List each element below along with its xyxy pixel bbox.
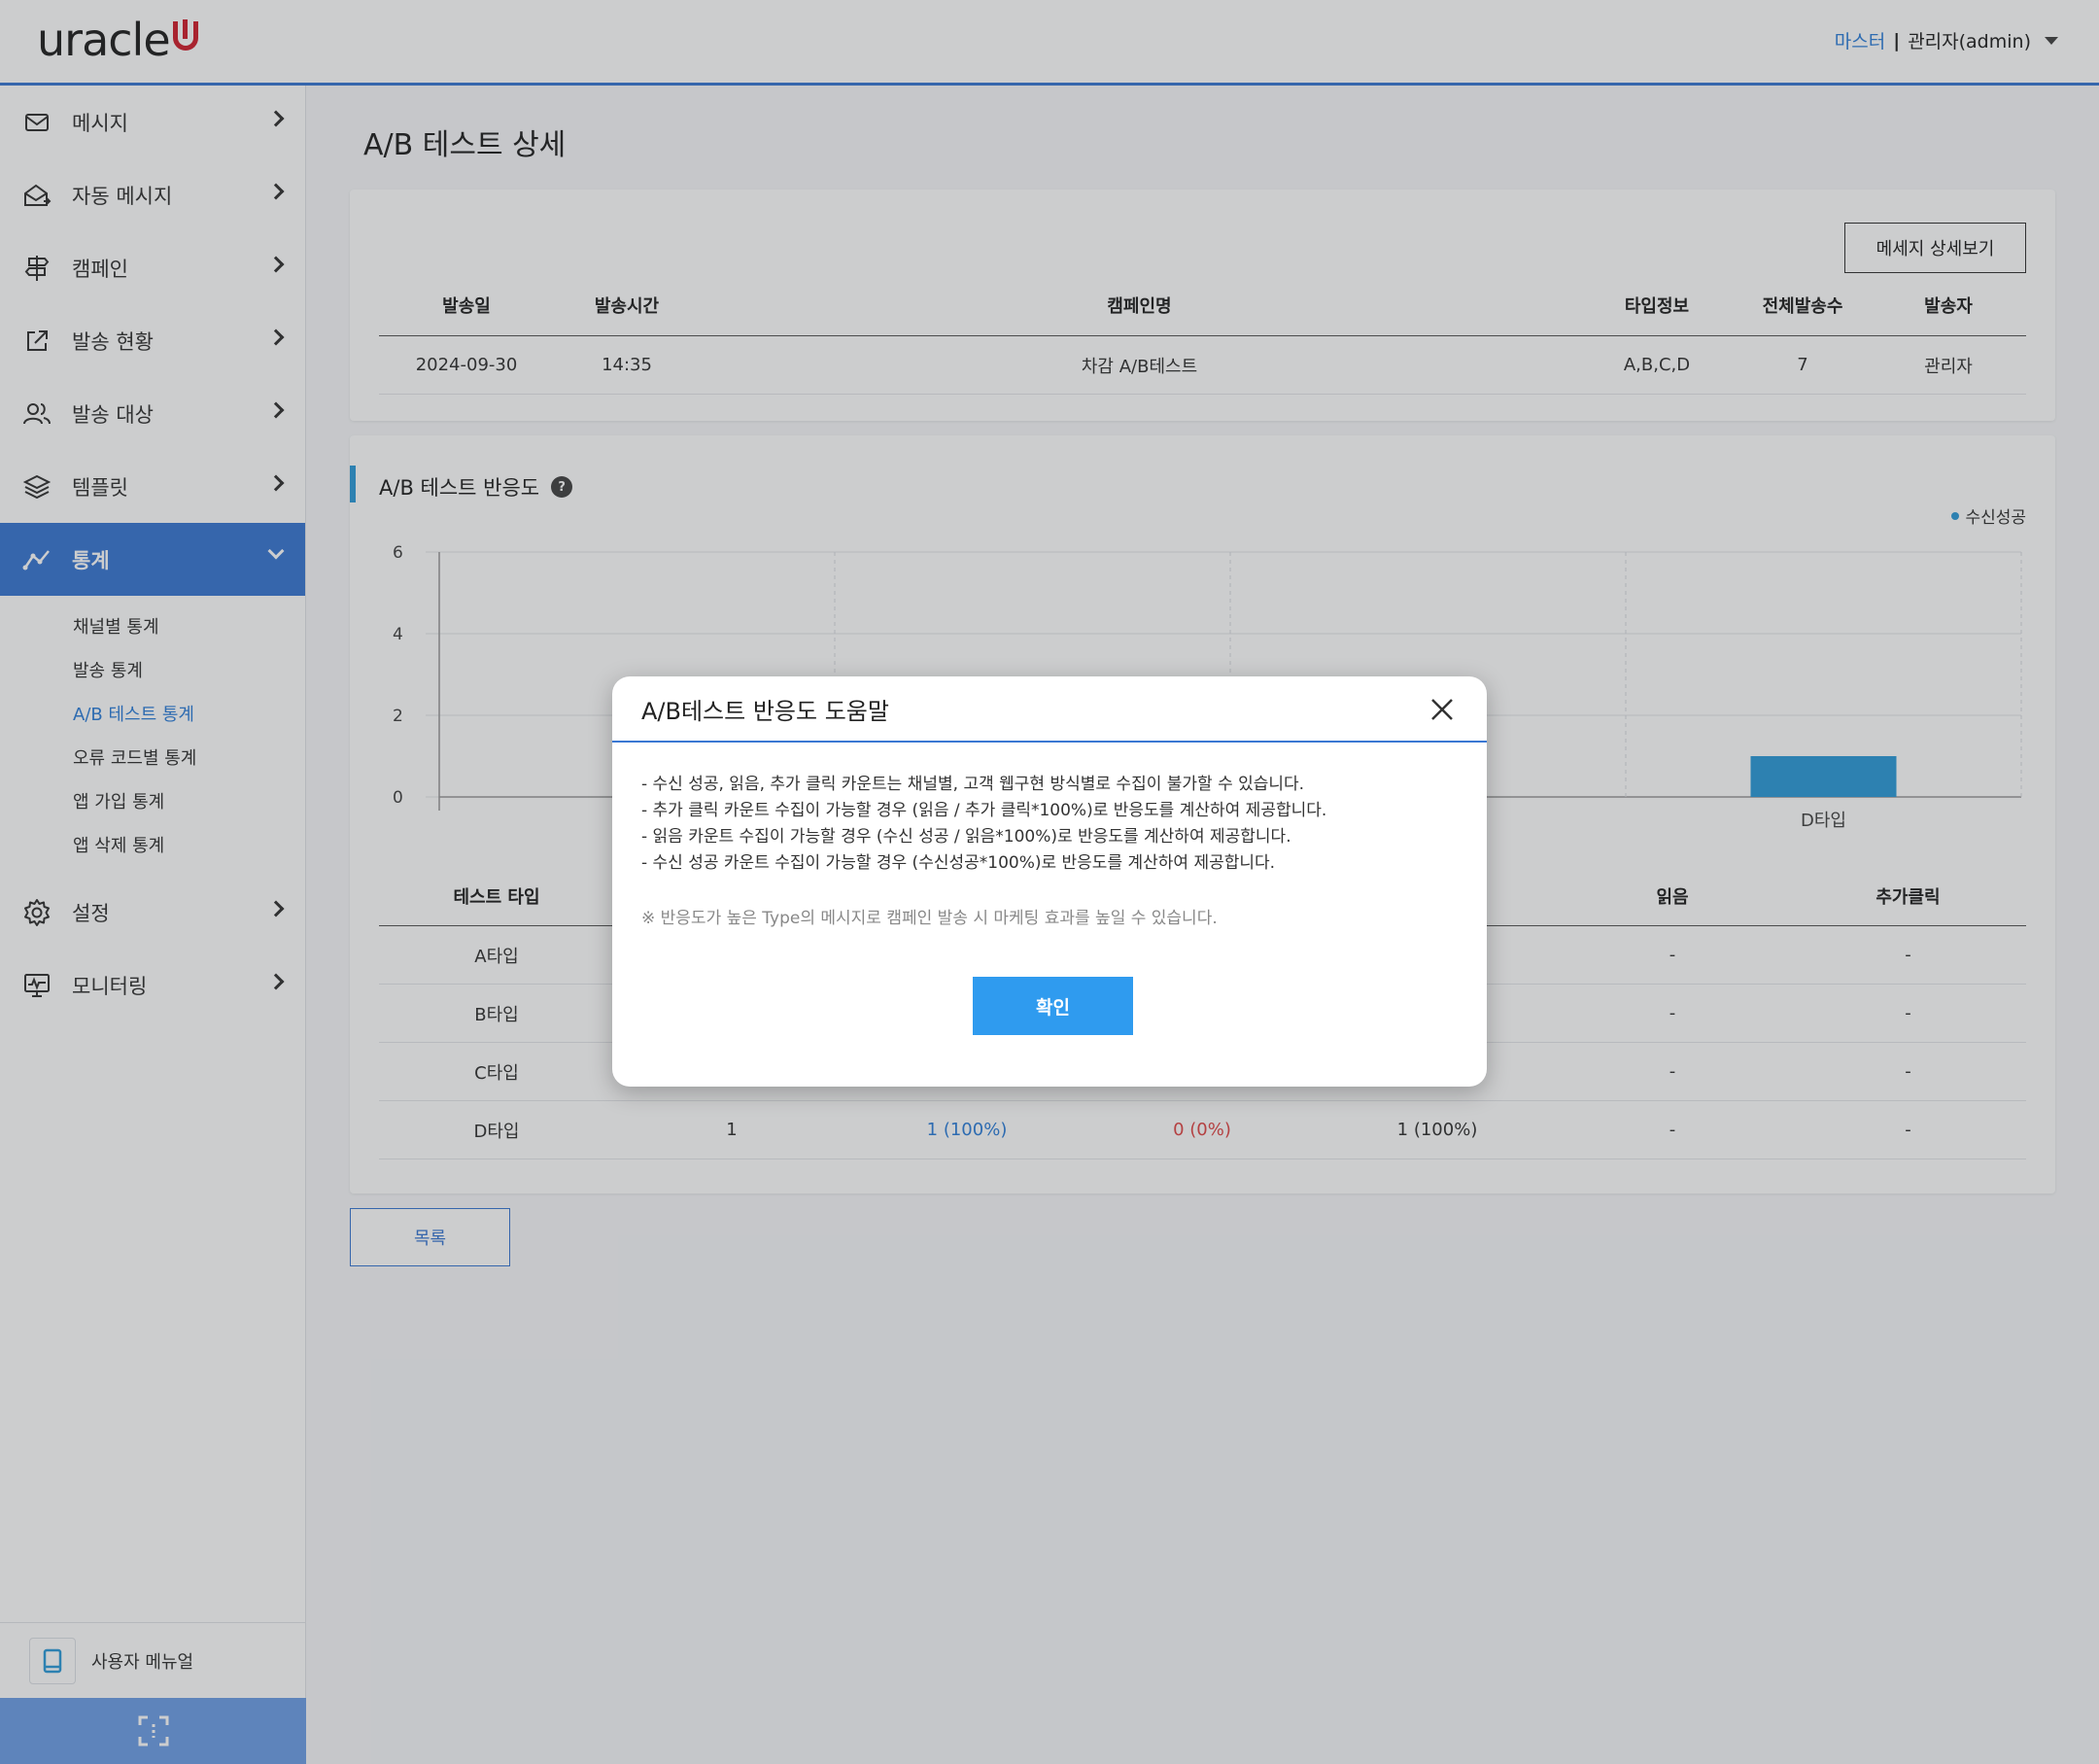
modal-note: ※ 반응도가 높은 Type의 메시지로 캠페인 발송 시 마케팅 효과를 높일… [641, 909, 1218, 928]
modal-title: A/B테스트 반응도 도움말 [641, 697, 889, 725]
modal-line: - 수신 성공 카운트 수집이 가능할 경우 (수신성공*100%)로 반응도를… [641, 853, 1276, 873]
modal-line: - 수신 성공, 읽음, 추가 클릭 카운트는 채널별, 고객 웹구현 방식별로… [641, 775, 1305, 794]
close-icon[interactable] [1427, 694, 1458, 725]
modal-body: - 수신 성공, 읽음, 추가 클릭 카운트는 채널별, 고객 웹구현 방식별로… [612, 743, 1487, 932]
help-modal: A/B테스트 반응도 도움말 - 수신 성공, 읽음, 추가 클릭 카운트는 채… [612, 676, 1487, 1087]
modal-line: - 추가 클릭 카운트 수집이 가능할 경우 (읽음 / 추가 클릭*100%)… [641, 801, 1327, 820]
modal-line: - 읽음 카운트 수집이 가능할 경우 (수신 성공 / 읽음*100%)로 반… [641, 827, 1291, 847]
modal-header: A/B테스트 반응도 도움말 [612, 676, 1487, 743]
confirm-button[interactable]: 확인 [973, 977, 1133, 1035]
